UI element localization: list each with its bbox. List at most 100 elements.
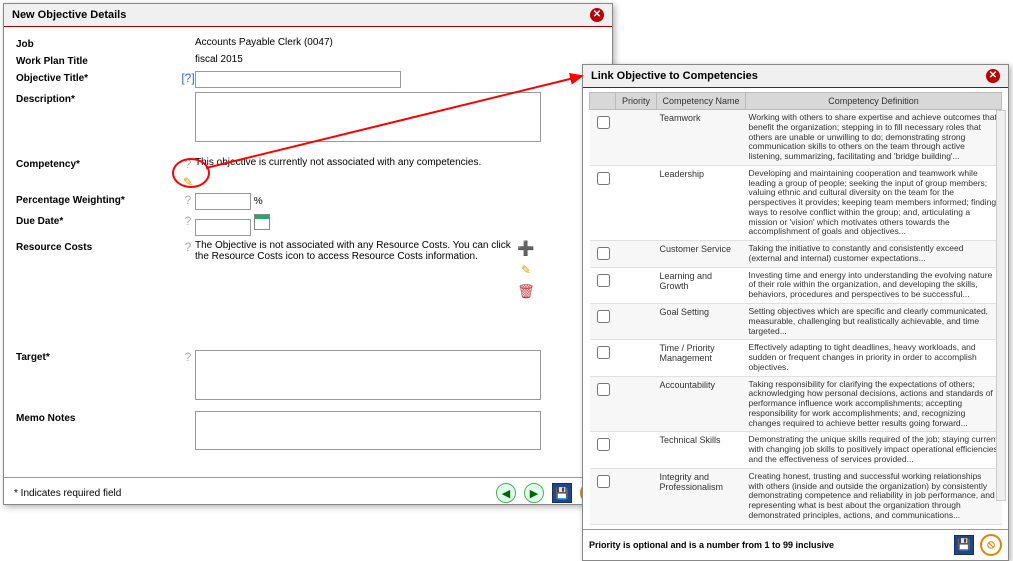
competency-name: Time / Priority Management [657, 340, 746, 376]
help-icon[interactable]: ? [181, 240, 195, 254]
close-icon[interactable]: ✕ [590, 8, 604, 22]
competency-definition: Developing and maintaining cooperation a… [746, 165, 1002, 240]
row-checkbox[interactable] [597, 274, 610, 287]
help-icon[interactable]: ? [181, 214, 195, 228]
trash-icon[interactable]: 🗑 [517, 283, 535, 300]
resource-costs-label: Resource Costs [16, 240, 181, 253]
workplan-label: Work Plan Title [16, 54, 181, 67]
table-row: Learning and GrowthInvesting time and en… [590, 267, 1002, 303]
workplan-value: fiscal 2015 [195, 54, 600, 65]
job-value: Accounts Payable Clerk (0047) [195, 37, 600, 48]
competency-name: Teamwork [657, 110, 746, 166]
next-button[interactable]: ▶ [524, 483, 544, 503]
competencies-table: Priority Competency Name Competency Defi… [589, 92, 1002, 525]
required-note: * Indicates required field [14, 488, 121, 499]
help-icon[interactable]: ? [181, 157, 195, 171]
competency-definition: Demonstrating the unique skills required… [746, 432, 1002, 468]
table-row: Customer ServiceTaking the initiative to… [590, 241, 1002, 268]
cancel-icon[interactable]: ⦸ [980, 534, 1002, 556]
row-checkbox[interactable] [597, 383, 610, 396]
percent-suffix: % [254, 196, 263, 207]
new-objective-dialog: New Objective Details ✕ Job Accounts Pay… [3, 3, 613, 505]
competency-name: Accountability [657, 376, 746, 432]
competency-name: Customer Service [657, 241, 746, 268]
memo-notes-label: Memo Notes [16, 411, 181, 424]
table-row: Time / Priority ManagementEffectively ad… [590, 340, 1002, 376]
competency-text: This objective is currently not associat… [195, 157, 600, 168]
col-name: Competency Name [657, 93, 746, 110]
pencil-icon[interactable]: ✎ [521, 263, 531, 277]
competency-definition: Investing time and energy into understan… [746, 267, 1002, 303]
resource-costs-text: The Objective is not associated with any… [195, 240, 515, 262]
link-competencies-dialog: Link Objective to Competencies ✕ Priorit… [582, 64, 1009, 561]
memo-notes-textarea[interactable] [195, 411, 541, 450]
dialog-footer: Priority is optional and is a number fro… [583, 529, 1008, 560]
dialog-titlebar: Link Objective to Competencies ✕ [583, 65, 1008, 88]
row-checkbox[interactable] [597, 172, 610, 185]
dialog-body: Job Accounts Payable Clerk (0047) Work P… [4, 27, 612, 477]
priority-cell [616, 241, 657, 268]
description-label: Description* [16, 92, 181, 105]
competency-name: Integrity and Professionalism [657, 468, 746, 524]
competency-definition: Working with others to share expertise a… [746, 110, 1002, 166]
col-definition: Competency Definition [746, 93, 1002, 110]
priority-cell [616, 340, 657, 376]
help-icon[interactable]: ? [181, 350, 195, 364]
dialog-title: Link Objective to Competencies [591, 70, 758, 82]
competency-name: Goal Setting [657, 304, 746, 340]
objective-title-help[interactable]: [?] [181, 71, 195, 85]
row-checkbox[interactable] [597, 438, 610, 451]
calendar-icon[interactable] [254, 214, 270, 230]
competency-label: Competency* [16, 157, 181, 170]
table-row: LeadershipDeveloping and maintaining coo… [590, 165, 1002, 240]
row-checkbox[interactable] [597, 346, 610, 359]
save-icon[interactable]: 💾 [954, 535, 974, 555]
table-row: Goal SettingSetting objectives which are… [590, 304, 1002, 340]
objective-title-label: Objective Title* [16, 71, 181, 84]
priority-cell [616, 468, 657, 524]
add-icon[interactable]: ➕ [517, 240, 534, 257]
priority-cell [616, 110, 657, 166]
table-row: AccountabilityTaking responsibility for … [590, 376, 1002, 432]
row-checkbox[interactable] [597, 310, 610, 323]
target-textarea[interactable] [195, 350, 541, 400]
dialog-footer: * Indicates required field ◀ ▶ 💾 ⦸ [4, 477, 612, 508]
close-icon[interactable]: ✕ [986, 69, 1000, 83]
priority-note: Priority is optional and is a number fro… [589, 540, 834, 550]
prev-button[interactable]: ◀ [496, 483, 516, 503]
pencil-icon[interactable]: ✎ [183, 175, 193, 189]
dialog-titlebar: New Objective Details ✕ [4, 4, 612, 27]
table-row: TeamworkWorking with others to share exp… [590, 110, 1002, 166]
priority-cell [616, 304, 657, 340]
row-checkbox[interactable] [597, 247, 610, 260]
priority-cell [616, 432, 657, 468]
objective-title-input[interactable] [195, 71, 401, 88]
competency-definition: Creating honest, trusting and successful… [746, 468, 1002, 524]
competency-definition: Taking responsibility for clarifying the… [746, 376, 1002, 432]
competency-definition: Setting objectives which are specific an… [746, 304, 1002, 340]
description-textarea[interactable] [195, 92, 541, 142]
due-date-input[interactable] [195, 219, 251, 236]
row-checkbox[interactable] [597, 116, 610, 129]
priority-cell [616, 376, 657, 432]
competency-name: Leadership [657, 165, 746, 240]
scrollbar[interactable] [996, 110, 1006, 501]
priority-cell [616, 267, 657, 303]
competency-definition: Effectively adapting to tight deadlines,… [746, 340, 1002, 376]
row-checkbox[interactable] [597, 475, 610, 488]
job-label: Job [16, 37, 181, 50]
col-checkbox [590, 93, 616, 110]
priority-cell [616, 165, 657, 240]
col-priority: Priority [616, 93, 657, 110]
competency-definition: Taking the initiative to constantly and … [746, 241, 1002, 268]
target-label: Target* [16, 350, 181, 363]
percentage-label: Percentage Weighting* [16, 193, 181, 206]
save-icon[interactable]: 💾 [552, 483, 572, 503]
percentage-input[interactable] [195, 193, 251, 210]
dialog-title: New Objective Details [12, 9, 126, 21]
competency-name: Technical Skills [657, 432, 746, 468]
due-date-label: Due Date* [16, 214, 181, 227]
table-row: Technical SkillsDemonstrating the unique… [590, 432, 1002, 468]
help-icon[interactable]: ? [181, 193, 195, 207]
competency-name: Learning and Growth [657, 267, 746, 303]
